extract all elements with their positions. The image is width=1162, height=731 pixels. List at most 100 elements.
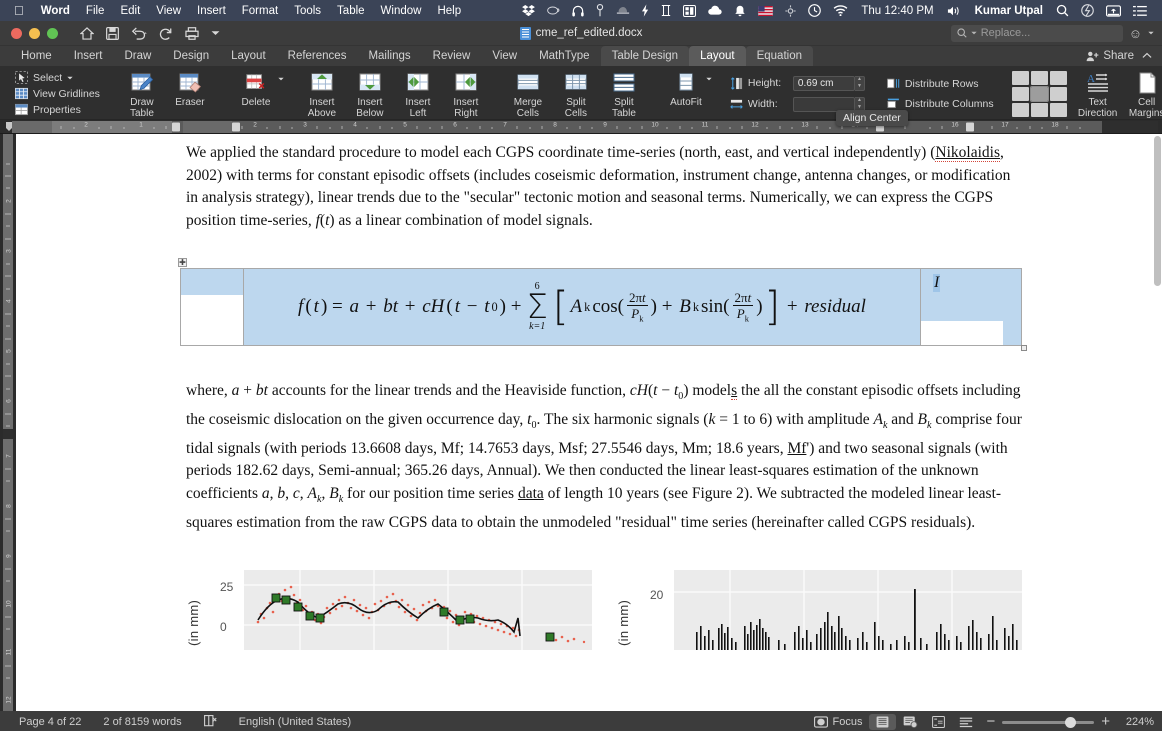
menu-item-edit[interactable]: Edit [112, 5, 148, 17]
distribute-columns-button[interactable]: Distribute Columns [887, 97, 994, 110]
maximize-button[interactable] [47, 27, 58, 39]
document-page[interactable]: We applied the standard procedure to mod… [16, 134, 1162, 711]
cloud-icon[interactable] [703, 5, 727, 16]
tab-draw[interactable]: Draw [113, 46, 162, 66]
search-icon[interactable] [1051, 4, 1074, 17]
zoom-track[interactable] [1002, 716, 1095, 728]
align-middle-left-button[interactable] [1011, 86, 1029, 101]
split-cells-button[interactable]: Split Cells [552, 68, 600, 119]
tab-home[interactable]: Home [10, 46, 63, 66]
key-icon[interactable] [591, 4, 609, 17]
figure-bar[interactable]: (in mm) 20 [616, 560, 1022, 651]
grid-icon[interactable] [678, 4, 701, 17]
menu-item-help[interactable]: Help [429, 5, 469, 17]
bell-icon[interactable] [729, 5, 751, 17]
table-resize-handle[interactable] [1021, 345, 1027, 352]
tab-layout[interactable]: Layout [220, 46, 277, 66]
vertical-ruler[interactable]: 2 3 4 5 6 7 8 9 10 11 12 [0, 134, 16, 711]
chevron-up-icon[interactable] [1142, 50, 1152, 62]
align-bottom-center-button[interactable] [1030, 102, 1048, 117]
spinner-icon[interactable] [780, 4, 801, 17]
table-cell-equation[interactable]: f(t) = a + bt + cH(t − t 0) + 6 Σk=1 [ Akc… [243, 269, 921, 346]
height-input[interactable]: 0.69 cm [792, 75, 855, 91]
tab-references[interactable]: References [277, 46, 358, 66]
tab-table-layout[interactable]: Layout [689, 46, 746, 66]
align-bottom-left-button[interactable] [1011, 102, 1029, 117]
align-top-left-button[interactable] [1011, 70, 1029, 85]
status-language[interactable]: English (United States) [228, 716, 363, 728]
menu-item-insert[interactable]: Insert [189, 5, 234, 17]
tab-view[interactable]: View [481, 46, 528, 66]
close-button[interactable] [11, 27, 22, 39]
insert-right-button[interactable]: Insert Right [442, 68, 490, 119]
menubar-clock[interactable]: Thu 12:40 PM [855, 5, 939, 17]
tab-mailings[interactable]: Mailings [357, 46, 421, 66]
menu-item-window[interactable]: Window [373, 5, 430, 17]
align-bottom-right-button[interactable] [1049, 102, 1067, 117]
eraser-button[interactable]: Eraser [166, 68, 214, 119]
delete-button[interactable]: Delete [228, 68, 284, 119]
print-icon[interactable] [185, 26, 199, 40]
autofit-button[interactable]: AutoFit [662, 68, 710, 119]
menu-item-view[interactable]: View [148, 5, 189, 17]
column-icon[interactable] [656, 4, 676, 17]
insert-below-button[interactable]: Insert Below [346, 68, 394, 119]
home-icon[interactable] [80, 26, 94, 40]
dropbox-icon[interactable] [517, 4, 540, 17]
save-icon[interactable] [106, 26, 119, 40]
flag-us-icon[interactable] [753, 5, 778, 16]
zoom-knob[interactable] [1065, 716, 1077, 728]
zoom-value[interactable]: 224% [1116, 716, 1154, 728]
zoom-slider-control[interactable]: − + [980, 714, 1116, 729]
table-cell-left[interactable] [181, 269, 243, 346]
proofing-errors-icon[interactable] [193, 714, 228, 730]
align-top-center-button[interactable] [1030, 70, 1048, 85]
search-input[interactable]: Replace... [950, 24, 1123, 42]
focus-button[interactable]: Focus [807, 714, 870, 730]
properties-button[interactable]: Properties [15, 103, 100, 116]
tab-equation[interactable]: Equation [745, 46, 813, 66]
select-button[interactable]: Select [15, 71, 100, 84]
cell-margins-button[interactable]: Cell Margins [1123, 68, 1162, 119]
merge-cells-button[interactable]: Merge Cells [504, 68, 552, 119]
row-height-control[interactable]: Height: 0.69 cm ▲ ▼ [730, 75, 865, 91]
time-machine-icon[interactable] [803, 4, 826, 17]
height-stepper[interactable]: ▲ ▼ [854, 75, 865, 91]
vertical-scrollbar[interactable] [1154, 136, 1161, 286]
customize-chevron-icon[interactable] [211, 30, 220, 36]
equation-table-wrapper[interactable]: ✚ f(t) = a + bt + cH(t − t 0) + 6 Σk=1 [ A… [178, 258, 1027, 352]
coffee-icon[interactable] [542, 5, 565, 16]
menu-item-table[interactable]: Table [329, 5, 373, 17]
undo-icon[interactable] [131, 26, 147, 40]
share-button[interactable]: Share [1086, 50, 1134, 62]
volume-icon[interactable] [942, 5, 967, 17]
menu-item-tools[interactable]: Tools [286, 5, 329, 17]
wifi-icon[interactable] [828, 5, 853, 16]
window-controls[interactable] [8, 27, 58, 39]
zoom-in-button[interactable]: + [1101, 714, 1110, 729]
tab-table-design[interactable]: Table Design [600, 46, 690, 66]
menu-item-file[interactable]: File [78, 5, 113, 17]
tab-design[interactable]: Design [162, 46, 220, 66]
view-print-layout-button[interactable] [869, 714, 897, 730]
tab-insert[interactable]: Insert [63, 46, 114, 66]
insert-left-button[interactable]: Insert Left [394, 68, 442, 119]
menubar-user[interactable]: Kumar Utpal [969, 5, 1049, 17]
figure-scatter[interactable]: (in mm) 25 0 [186, 560, 592, 651]
view-gridlines-button[interactable]: View Gridlines [15, 87, 100, 100]
redo-icon[interactable] [159, 27, 173, 40]
view-outline-button[interactable] [925, 714, 952, 730]
menu-item-word[interactable]: Word [33, 5, 78, 17]
view-draft-button[interactable] [952, 714, 980, 730]
align-grid[interactable] [1011, 70, 1067, 117]
tab-mathtype[interactable]: MathType [528, 46, 601, 66]
bolt-icon[interactable] [637, 4, 654, 17]
screen-share-icon[interactable] [1101, 4, 1126, 17]
text-direction-button[interactable]: A Text Direction [1073, 68, 1123, 119]
draw-table-button[interactable]: Draw Table [118, 68, 166, 119]
table-cell-right[interactable]: I [921, 269, 1003, 346]
tab-review[interactable]: Review [422, 46, 482, 66]
distribute-rows-button[interactable]: Distribute Rows [887, 77, 994, 90]
align-middle-center-button[interactable] [1029, 85, 1049, 102]
zoom-out-button[interactable]: − [986, 714, 995, 729]
